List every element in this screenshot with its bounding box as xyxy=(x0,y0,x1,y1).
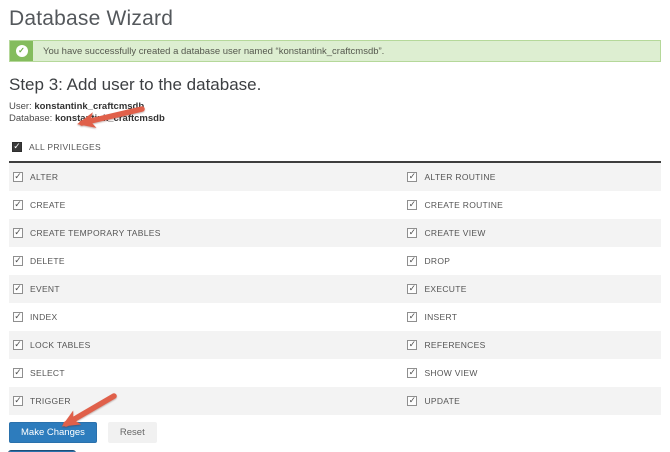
privilege-cell-show-view: ✓ SHOW VIEW xyxy=(403,368,661,378)
privilege-cell-references: ✓ REFERENCES xyxy=(403,340,661,350)
privilege-label: UPDATE xyxy=(424,396,460,406)
privilege-label: ALTER ROUTINE xyxy=(424,172,495,182)
reset-button[interactable]: Reset xyxy=(108,422,157,443)
privilege-cell-index: ✓ INDEX xyxy=(9,312,403,322)
privilege-cell-alter-routine: ✓ ALTER ROUTINE xyxy=(403,172,661,182)
privilege-cell-create-view: ✓ CREATE VIEW xyxy=(403,228,661,238)
privilege-label: INSERT xyxy=(424,312,457,322)
checkbox-checked-icon[interactable]: ✓ xyxy=(407,256,417,266)
checkbox-checked-icon[interactable]: ✓ xyxy=(407,200,417,210)
privilege-label: TRIGGER xyxy=(30,396,71,406)
privilege-label: DROP xyxy=(424,256,450,266)
check-circle-icon: ✓ xyxy=(16,45,28,57)
checkbox-checked-icon[interactable]: ✓ xyxy=(13,284,23,294)
privilege-cell-update: ✓ UPDATE xyxy=(403,396,661,406)
checkbox-checked-icon[interactable]: ✓ xyxy=(13,368,23,378)
page-title: Database Wizard xyxy=(9,0,661,31)
privilege-cell-delete: ✓ DELETE xyxy=(9,256,403,266)
all-privileges-checkbox-checked-icon[interactable]: ✓ xyxy=(12,142,22,152)
checkbox-checked-icon[interactable]: ✓ xyxy=(13,200,23,210)
button-row: Make Changes Reset xyxy=(9,422,661,443)
checkbox-checked-icon[interactable]: ✓ xyxy=(407,396,417,406)
user-value: konstantink_craftcmsdb xyxy=(34,101,144,112)
checkbox-checked-icon[interactable]: ✓ xyxy=(13,312,23,322)
step-heading: Step 3: Add user to the database. xyxy=(9,75,661,95)
privilege-row: ✓ LOCK TABLES ✓ REFERENCES xyxy=(9,331,661,359)
privilege-cell-select: ✓ SELECT xyxy=(9,368,403,378)
checkbox-checked-icon[interactable]: ✓ xyxy=(407,284,417,294)
privilege-cell-trigger: ✓ TRIGGER xyxy=(9,396,403,406)
privilege-label: CREATE ROUTINE xyxy=(424,200,503,210)
checkbox-checked-icon[interactable]: ✓ xyxy=(13,396,23,406)
privilege-label: SHOW VIEW xyxy=(424,368,477,378)
user-database-meta: User: konstantink_craftcmsdb Database: k… xyxy=(9,101,661,125)
database-line: Database: konstantink_craftcmsdb xyxy=(9,113,661,125)
privileges-table: ✓ ALTER ✓ ALTER ROUTINE ✓ CREATE ✓ CREATE ROUTI… xyxy=(9,163,661,415)
privilege-cell-execute: ✓ EXECUTE xyxy=(403,284,661,294)
privilege-cell-create: ✓ CREATE xyxy=(9,200,403,210)
checkbox-checked-icon[interactable]: ✓ xyxy=(13,256,23,266)
privilege-row: ✓ TRIGGER ✓ UPDATE xyxy=(9,387,661,415)
privilege-row: ✓ INDEX ✓ INSERT xyxy=(9,303,661,331)
make-changes-button[interactable]: Make Changes xyxy=(9,422,97,443)
all-privileges-label: ALL PRIVILEGES xyxy=(29,142,101,152)
privilege-cell-alter: ✓ ALTER xyxy=(9,172,403,182)
privilege-cell-insert: ✓ INSERT xyxy=(403,312,661,322)
success-banner-text: You have successfully created a database… xyxy=(33,46,384,57)
checkbox-checked-icon[interactable]: ✓ xyxy=(13,172,23,182)
database-wizard-page: Database Wizard ✓ You have successfully … xyxy=(0,0,670,452)
privilege-row: ✓ CREATE TEMPORARY TABLES ✓ CREATE VIEW xyxy=(9,219,661,247)
privilege-label: INDEX xyxy=(30,312,57,322)
all-privileges-row: ✓ ALL PRIVILEGES xyxy=(9,138,661,161)
checkbox-checked-icon[interactable]: ✓ xyxy=(407,228,417,238)
checkbox-checked-icon[interactable]: ✓ xyxy=(13,340,23,350)
user-line: User: konstantink_craftcmsdb xyxy=(9,101,661,113)
privilege-cell-event: ✓ EVENT xyxy=(9,284,403,294)
checkbox-checked-icon[interactable]: ✓ xyxy=(407,172,417,182)
privilege-row: ✓ SELECT ✓ SHOW VIEW xyxy=(9,359,661,387)
success-banner: ✓ You have successfully created a databa… xyxy=(9,40,661,62)
privilege-label: EVENT xyxy=(30,284,60,294)
database-value: konstantink_craftcmsdb xyxy=(55,113,165,124)
privilege-row: ✓ CREATE ✓ CREATE ROUTINE xyxy=(9,191,661,219)
user-label: User: xyxy=(9,101,32,112)
privilege-cell-create-routine: ✓ CREATE ROUTINE xyxy=(403,200,661,210)
privilege-label: ALTER xyxy=(30,172,58,182)
privilege-cell-lock-tables: ✓ LOCK TABLES xyxy=(9,340,403,350)
database-label: Database: xyxy=(9,113,52,124)
privilege-label: SELECT xyxy=(30,368,65,378)
checkbox-checked-icon[interactable]: ✓ xyxy=(13,228,23,238)
privilege-label: REFERENCES xyxy=(424,340,485,350)
privilege-label: CREATE TEMPORARY TABLES xyxy=(30,228,161,238)
privilege-row: ✓ DELETE ✓ DROP xyxy=(9,247,661,275)
privilege-label: CREATE xyxy=(30,200,66,210)
privilege-cell-drop: ✓ DROP xyxy=(403,256,661,266)
checkbox-checked-icon[interactable]: ✓ xyxy=(407,312,417,322)
privilege-label: LOCK TABLES xyxy=(30,340,91,350)
checkbox-checked-icon[interactable]: ✓ xyxy=(407,340,417,350)
privilege-row: ✓ ALTER ✓ ALTER ROUTINE xyxy=(9,163,661,191)
privilege-row: ✓ EVENT ✓ EXECUTE xyxy=(9,275,661,303)
privilege-cell-create-temporary-tables: ✓ CREATE TEMPORARY TABLES xyxy=(9,228,403,238)
checkbox-checked-icon[interactable]: ✓ xyxy=(407,368,417,378)
privilege-label: CREATE VIEW xyxy=(424,228,485,238)
privilege-label: DELETE xyxy=(30,256,65,266)
success-banner-accent: ✓ xyxy=(10,41,33,61)
privilege-label: EXECUTE xyxy=(424,284,466,294)
